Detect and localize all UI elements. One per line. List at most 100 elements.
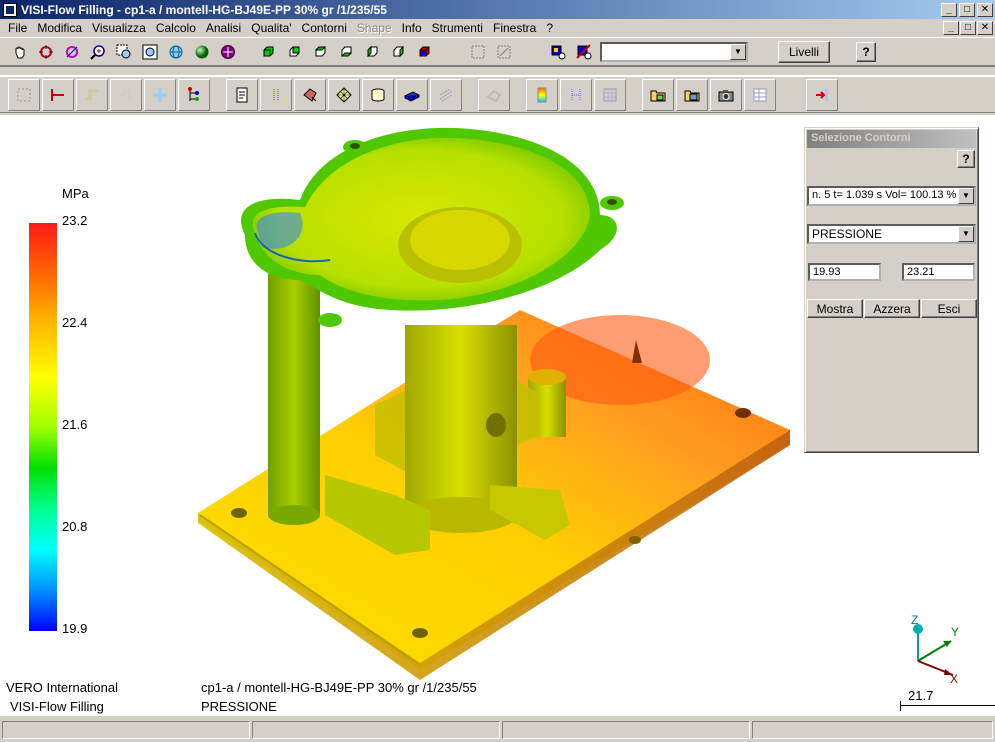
status-cell-1 — [2, 721, 250, 739]
legend-tick-2: 22.4 — [62, 315, 88, 330]
legend-unit: MPa — [62, 186, 89, 201]
report-icon[interactable] — [226, 78, 258, 111]
time-step-value: n. 5 t= 1.039 s Vol= 100.13 % — [812, 189, 957, 201]
close-button[interactable]: ✕ — [977, 2, 993, 17]
mesh-diamond-icon[interactable] — [328, 78, 360, 111]
tree-icon[interactable] — [178, 78, 210, 111]
status-bar — [0, 719, 995, 742]
rotate-axes-icon[interactable] — [60, 40, 84, 64]
chevron-down-icon[interactable]: ▼ — [730, 43, 746, 60]
contour-selection-dialog: Selezione Contorni ? n. 5 t= 1.039 s Vol… — [804, 127, 979, 453]
zoom-all-icon[interactable] — [138, 40, 162, 64]
runner-icon[interactable] — [76, 78, 108, 111]
menu-visualizza[interactable]: Visualizza — [87, 21, 151, 35]
view-toolbar: ▼ Livelli ? — [0, 37, 995, 66]
status-cell-4 — [752, 721, 993, 739]
zoom-window-icon[interactable] — [112, 40, 136, 64]
menu-strumenti[interactable]: Strumenti — [427, 21, 488, 35]
color-scale-icon[interactable] — [526, 78, 558, 111]
render-sphere-icon[interactable] — [216, 40, 240, 64]
window-title: VISI-Flow Filling - cp1-a / montell-HG-B… — [21, 2, 387, 17]
legend-tick-3: 21.6 — [62, 417, 88, 432]
copy-view-icon[interactable] — [478, 78, 510, 111]
rotate-icon[interactable] — [34, 40, 58, 64]
export-icon[interactable] — [806, 78, 838, 111]
maximize-button[interactable]: □ — [959, 2, 975, 17]
shaded-sphere-icon[interactable] — [190, 40, 214, 64]
menu-contorni[interactable]: Contorni — [297, 21, 352, 35]
toolbar-separator — [0, 66, 995, 76]
time-step-select[interactable]: n. 5 t= 1.039 s Vol= 100.13 % ▼ — [807, 186, 976, 206]
max-value-field[interactable]: 23.21 — [902, 263, 975, 281]
menu-info[interactable]: Info — [397, 21, 427, 35]
vertical-bars-icon[interactable] — [260, 78, 292, 111]
menu-shape[interactable]: Shape — [352, 21, 397, 35]
layer-select[interactable]: ▼ — [600, 41, 748, 62]
result-type-select[interactable]: PRESSIONE ▼ — [807, 224, 976, 244]
show-button[interactable]: Mostra — [807, 299, 863, 318]
view-top-cube-icon[interactable] — [308, 40, 332, 64]
mesh-select-icon[interactable] — [8, 78, 40, 111]
camera-icon[interactable] — [710, 78, 742, 111]
view-left-cube-icon[interactable] — [360, 40, 384, 64]
axis-y-label: Y — [951, 625, 960, 639]
app-icon[interactable] — [3, 2, 17, 17]
menu-calcolo[interactable]: Calcolo — [151, 21, 201, 35]
flow-lines-icon[interactable] — [430, 78, 462, 111]
menu-modifica[interactable]: Modifica — [32, 21, 87, 35]
min-value-field[interactable]: 19.93 — [808, 263, 881, 281]
view-front-cube-icon[interactable] — [256, 40, 280, 64]
section-plane-icon[interactable] — [466, 40, 490, 64]
help-button[interactable]: ? — [856, 41, 876, 62]
menu-help[interactable]: ? — [541, 21, 558, 35]
livelli-button[interactable]: Livelli — [778, 40, 830, 63]
legend-tick-min: 19.9 — [62, 621, 88, 636]
layer-add-icon[interactable] — [546, 40, 570, 64]
zoom-in-icon[interactable] — [86, 40, 110, 64]
result-type-value: PRESSIONE — [812, 227, 883, 241]
minimize-button[interactable]: _ — [941, 2, 957, 17]
legend-tick-4: 20.8 — [62, 519, 88, 534]
cooling-icon[interactable] — [110, 78, 142, 111]
chevron-down-icon[interactable]: ▼ — [958, 188, 974, 204]
scale-bar — [900, 705, 995, 706]
company-label: VERO International — [6, 680, 119, 695]
menu-file[interactable]: File — [3, 21, 32, 35]
model-label: cp1-a / montell-HG-BJ49E-PP 30% gr /1/23… — [201, 680, 477, 695]
axis-z-label: Z — [911, 613, 919, 627]
mdi-restore-button[interactable]: □ — [960, 21, 976, 35]
mesh-grid-icon[interactable] — [594, 78, 626, 111]
plate-icon[interactable] — [396, 78, 428, 111]
scale-bar-tick — [900, 701, 901, 711]
cylinder-icon[interactable] — [362, 78, 394, 111]
menu-qualita[interactable]: Qualita' — [246, 21, 296, 35]
pan-hand-icon[interactable] — [8, 40, 32, 64]
menu-finestra[interactable]: Finestra — [488, 21, 541, 35]
result-label: PRESSIONE — [201, 699, 277, 714]
product-label: VISI-Flow Filling — [10, 699, 104, 714]
axis-x-label: X — [950, 672, 959, 686]
status-cell-2 — [252, 721, 500, 739]
open-image-icon[interactable] — [642, 78, 674, 111]
chevron-down-icon[interactable]: ▼ — [958, 226, 974, 242]
exit-button[interactable]: Esci — [921, 299, 977, 318]
reset-button[interactable]: Azzera — [864, 299, 920, 318]
save-image-icon[interactable] — [676, 78, 708, 111]
dialog-help-button[interactable]: ? — [957, 150, 975, 168]
part-select-icon[interactable] — [294, 78, 326, 111]
view-bottom-cube-icon[interactable] — [334, 40, 358, 64]
layer-remove-icon[interactable] — [572, 40, 596, 64]
status-cell-3 — [502, 721, 750, 739]
mdi-close-button[interactable]: ✕ — [977, 21, 993, 35]
section-cut-icon[interactable] — [492, 40, 516, 64]
mdi-minimize-button[interactable]: _ — [943, 21, 959, 35]
table-icon[interactable] — [744, 78, 776, 111]
cross-icon[interactable] — [144, 78, 176, 111]
menu-analisi[interactable]: Analisi — [201, 21, 246, 35]
view-right-cube-icon[interactable] — [386, 40, 410, 64]
view-back-cube-icon[interactable] — [282, 40, 306, 64]
section-lines-icon[interactable] — [560, 78, 592, 111]
gate-red-icon[interactable] — [42, 78, 74, 111]
wireframe-sphere-icon[interactable] — [164, 40, 188, 64]
view-iso-cube-icon[interactable] — [412, 40, 436, 64]
